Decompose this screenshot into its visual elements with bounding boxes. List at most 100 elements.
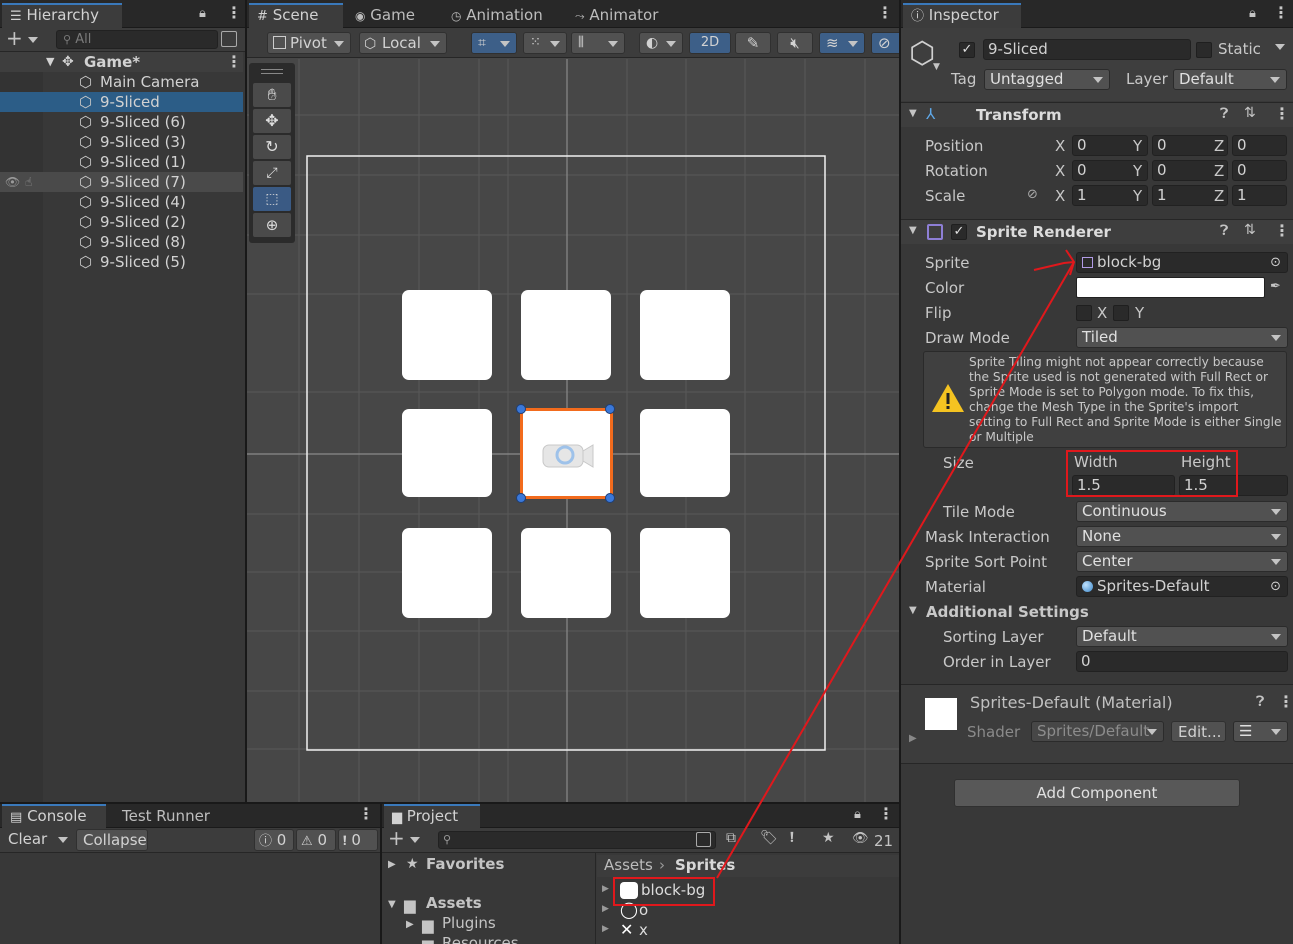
visibility-button[interactable]: ⊘ <box>871 32 899 54</box>
hierarchy-item[interactable]: ⬡ 9-Sliced (2) <box>0 212 243 232</box>
mode-2d-button[interactable]: 2D <box>689 32 731 54</box>
additional-settings-label[interactable]: Additional Settings <box>926 603 1089 621</box>
grid-snap-button[interactable]: ⌗ <box>471 32 517 54</box>
tab-animation[interactable]: ◷ Animation <box>443 3 551 28</box>
help-icon[interactable]: ❓︎ <box>1220 223 1228 239</box>
error-filter-button[interactable]: ❗︎ 0 <box>338 829 378 851</box>
object-name-field[interactable]: 9-Sliced <box>983 39 1191 60</box>
ruler-button[interactable]: ⫼ <box>571 32 625 54</box>
effects-button[interactable]: ≋ <box>819 32 865 54</box>
sprite-object-field[interactable]: block-bg ⊙ <box>1076 252 1288 273</box>
foldout-arrow-icon[interactable]: ▶ <box>602 884 609 894</box>
sprite-block[interactable] <box>402 528 492 618</box>
scale-z-axis-label[interactable]: Z <box>1214 187 1224 205</box>
move-tool[interactable]: ✥ <box>253 109 291 133</box>
breadcrumb-assets[interactable]: Assets <box>604 856 653 874</box>
tab-console[interactable]: ▤ Console <box>2 804 106 828</box>
lock-icon[interactable]: 🔒︎ <box>199 6 206 21</box>
selected-sprite-block[interactable] <box>520 408 613 499</box>
hierarchy-item[interactable]: ⬡ 9-Sliced (4) <box>0 192 243 212</box>
lock-icon[interactable]: 🔒︎ <box>854 807 861 822</box>
visibility-eye-icon[interactable]: 👁︎ <box>5 172 20 192</box>
assets-folder-label[interactable]: Assets <box>426 894 482 912</box>
palette-drag-handle[interactable] <box>261 69 283 74</box>
transform-menu-icon[interactable]: ⋮ <box>1274 104 1290 123</box>
help-icon[interactable]: ❓︎ <box>1220 106 1228 122</box>
sprite-block[interactable] <box>402 290 492 380</box>
hand-tool[interactable]: ✋︎ <box>253 83 291 107</box>
hidden-packages-eye-icon[interactable]: 👁︎ <box>852 831 869 846</box>
tab-animator[interactable]: ⤳ Animator <box>567 3 666 28</box>
plugins-folder-label[interactable]: Plugins <box>442 914 496 932</box>
active-checkbox[interactable]: ✓ <box>959 42 975 58</box>
favorites-label[interactable]: Favorites <box>426 855 504 873</box>
sprite-renderer-enabled-checkbox[interactable]: ✓ <box>951 224 967 240</box>
sorting-layer-dropdown[interactable]: Default <box>1076 626 1288 647</box>
scale-tool[interactable]: ⤢ <box>253 161 291 185</box>
rotation-z-axis-label[interactable]: Z <box>1214 162 1224 180</box>
tag-dropdown[interactable]: Untagged <box>984 69 1110 90</box>
hierarchy-search-input[interactable]: ⚲ All <box>56 30 218 49</box>
snap-increment-button[interactable]: ⁙ <box>523 32 567 54</box>
local-dropdown[interactable]: ⬡ Local <box>359 32 447 54</box>
rotation-z-field[interactable]: 0 <box>1232 160 1287 181</box>
foldout-arrow-icon[interactable]: ▼ <box>388 899 396 910</box>
warning-filter-button[interactable]: ⚠ 0 <box>296 829 336 851</box>
rect-handle[interactable] <box>605 404 615 414</box>
sprite-block[interactable] <box>640 290 730 380</box>
favorite-star-icon[interactable]: ★ <box>822 830 835 846</box>
filter-by-label-icon[interactable]: 🏷︎ <box>760 830 778 846</box>
position-y-axis-label[interactable]: Y <box>1133 137 1142 155</box>
scene-root[interactable]: ▼ ✥ Game* ⋮ <box>0 52 243 72</box>
object-picker-icon[interactable]: ⊙ <box>1270 253 1281 272</box>
sort-point-dropdown[interactable]: Center <box>1076 551 1288 572</box>
sprite-block[interactable] <box>640 528 730 618</box>
hierarchy-item[interactable]: ⬡ 9-Sliced (6) <box>0 112 243 132</box>
pivot-dropdown[interactable]: Pivot <box>267 32 351 54</box>
hierarchy-item[interactable]: ⬡ 9-Sliced (5) <box>0 252 243 272</box>
scale-z-field[interactable]: 1 <box>1232 185 1287 206</box>
constrain-proportions-icon[interactable]: ⊘ <box>1027 187 1038 202</box>
foldout-arrow-icon[interactable]: ▶ <box>909 733 917 744</box>
shader-options-dropdown[interactable]: ☰ <box>1233 721 1288 742</box>
tile-mode-dropdown[interactable]: Continuous <box>1076 501 1288 522</box>
console-menu-icon[interactable]: ⋮ <box>358 804 374 823</box>
material-menu-icon[interactable]: ⋮ <box>1278 692 1293 711</box>
project-search-input[interactable]: ⚲ <box>438 831 716 849</box>
lighting-button[interactable]: ✎ <box>735 32 771 54</box>
static-dropdown-icon[interactable] <box>1275 44 1285 50</box>
clear-options-dropdown[interactable] <box>56 829 74 851</box>
foldout-arrow-icon[interactable]: ▶ <box>406 919 414 930</box>
inspector-menu-icon[interactable]: ⋮ <box>1273 3 1289 22</box>
draw-mode-button[interactable]: ◐ <box>639 32 683 54</box>
tab-hierarchy[interactable]: ☰ Hierarchy <box>2 3 122 28</box>
lock-icon[interactable]: 🔒︎ <box>1249 6 1256 21</box>
layer-dropdown[interactable]: Default <box>1173 69 1287 90</box>
edit-shader-button[interactable]: Edit... <box>1171 721 1226 742</box>
position-z-field[interactable]: 0 <box>1232 135 1287 156</box>
shader-dropdown[interactable]: Sprites/Default <box>1031 721 1164 742</box>
foldout-arrow-icon[interactable]: ▼ <box>909 108 917 119</box>
sprite-block[interactable] <box>640 409 730 497</box>
sprite-block[interactable] <box>521 528 611 618</box>
rotation-y-axis-label[interactable]: Y <box>1133 162 1142 180</box>
scale-y-axis-label[interactable]: Y <box>1133 187 1142 205</box>
additional-settings-arrow-icon[interactable]: ▼ <box>909 605 917 616</box>
tab-game[interactable]: ◉ Game <box>347 3 423 28</box>
transform-tool[interactable]: ⊕ <box>253 213 291 237</box>
pickable-hand-icon[interactable]: ☝︎ <box>25 172 32 192</box>
flip-x-checkbox[interactable] <box>1076 305 1092 321</box>
hierarchy-item[interactable]: 👁︎ ☝︎ ⬡ 9-Sliced (7) <box>0 172 243 192</box>
add-component-button[interactable]: Add Component <box>954 779 1240 807</box>
breadcrumb-sprites[interactable]: Sprites <box>675 856 735 874</box>
eyedropper-icon[interactable]: ✒︎ <box>1270 279 1281 294</box>
tab-test-runner[interactable]: Test Runner <box>114 804 218 828</box>
position-x-axis-label[interactable]: X <box>1055 137 1065 155</box>
foldout-arrow-icon[interactable]: ▶ <box>602 904 609 914</box>
foldout-arrow-icon[interactable]: ▶ <box>388 859 396 870</box>
create-button[interactable]: + <box>6 28 44 49</box>
transform-header[interactable]: ▼ ⅄ Transform ❓︎ ⇅ ⋮ <box>901 102 1293 127</box>
material-object-field[interactable]: Sprites-Default ⊙ <box>1076 576 1288 597</box>
create-asset-button[interactable]: + <box>388 828 426 849</box>
sprite-block[interactable] <box>402 409 492 497</box>
